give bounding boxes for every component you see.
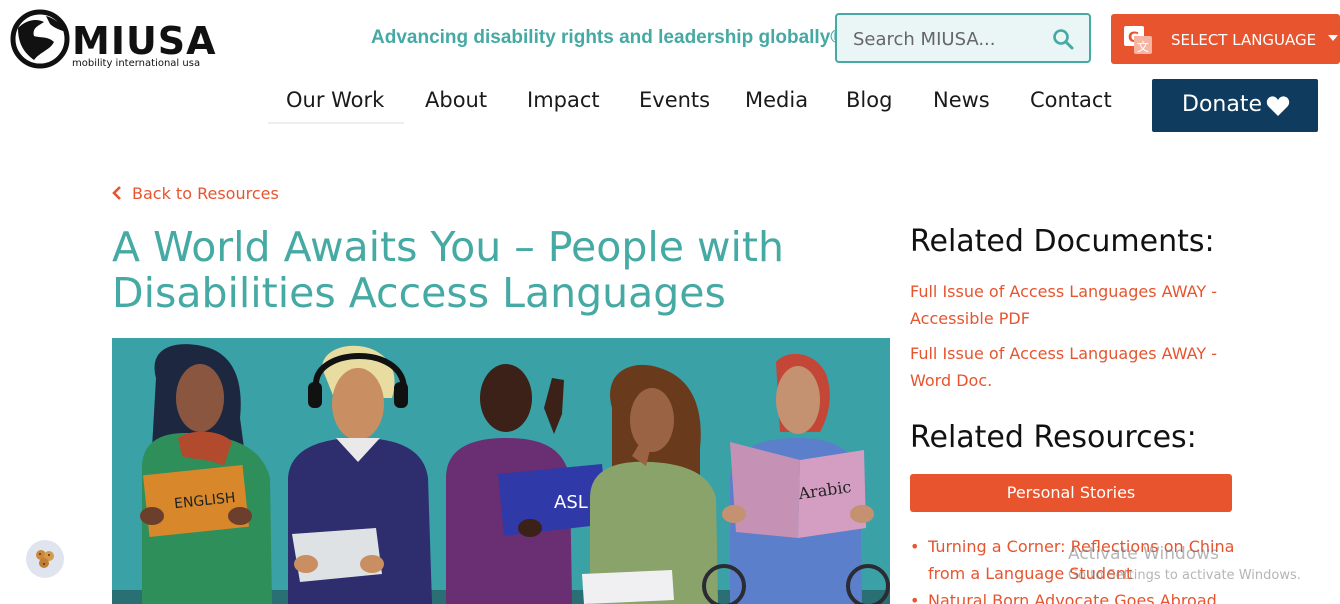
related-resources-heading: Related Resources: <box>910 420 1197 455</box>
nav-item-impact[interactable]: Impact <box>527 88 600 112</box>
nav-item-news[interactable]: News <box>933 88 990 112</box>
chevron-down-icon <box>1328 35 1338 41</box>
heart-icon <box>1266 96 1290 116</box>
resource-link[interactable]: Natural Born Advocate Goes Abroad <box>910 587 1250 604</box>
donate-label: Donate <box>1182 92 1262 117</box>
nav-item-our-work[interactable]: Our Work <box>286 88 384 112</box>
nav-item-events[interactable]: Events <box>639 88 710 112</box>
nav-item-about[interactable]: About <box>425 88 487 112</box>
back-link-label: Back to Resources <box>132 184 279 203</box>
back-to-resources-link[interactable]: Back to Resources <box>112 184 279 203</box>
logo-subtitle: mobility international usa <box>72 58 201 69</box>
nav-item-contact[interactable]: Contact <box>1030 88 1112 112</box>
page-title: A World Awaits You – People with Disabil… <box>112 223 784 317</box>
miusa-logo[interactable]: MIUSA mobility international usa <box>10 6 216 74</box>
related-documents-heading: Related Documents: <box>910 224 1215 259</box>
cookie-settings-button[interactable] <box>26 540 64 578</box>
related-document-link[interactable]: Full Issue of Access Languages AWAY - Wo… <box>910 340 1240 394</box>
nav-item-blog[interactable]: Blog <box>846 88 892 112</box>
nav-active-indicator <box>268 122 404 124</box>
nav-item-media[interactable]: Media <box>745 88 808 112</box>
asl-book-text: ASL <box>554 492 588 513</box>
search-input[interactable] <box>853 27 1043 51</box>
globe-logo-icon <box>10 9 70 69</box>
hero-illustration-image: ENGLISH ASL Arabic <box>112 338 890 604</box>
cookie-icon <box>36 550 54 568</box>
site-tagline: Advancing disability rights and leadersh… <box>371 27 845 48</box>
personal-stories-button[interactable]: Personal Stories <box>910 474 1232 512</box>
activate-windows-title: Activate Windows <box>1068 544 1219 564</box>
chevron-left-icon <box>112 186 121 200</box>
select-language-label: SELECT LANGUAGE <box>1171 31 1317 49</box>
search-box[interactable] <box>835 13 1091 63</box>
related-document-link[interactable]: Full Issue of Access Languages AWAY - Ac… <box>910 278 1240 332</box>
hero-illustration: ENGLISH ASL Arabic <box>112 338 890 604</box>
logo-wordmark: MIUSA <box>72 19 217 63</box>
select-language-button[interactable]: G 文 SELECT LANGUAGE <box>1111 14 1340 64</box>
search-icon[interactable] <box>1051 27 1075 51</box>
donate-button[interactable]: Donate <box>1152 79 1318 132</box>
translate-icon: G 文 <box>1124 26 1152 54</box>
svg-text:文: 文 <box>1137 39 1149 54</box>
activate-windows-subtitle: Go to Settings to activate Windows. <box>1068 568 1301 583</box>
